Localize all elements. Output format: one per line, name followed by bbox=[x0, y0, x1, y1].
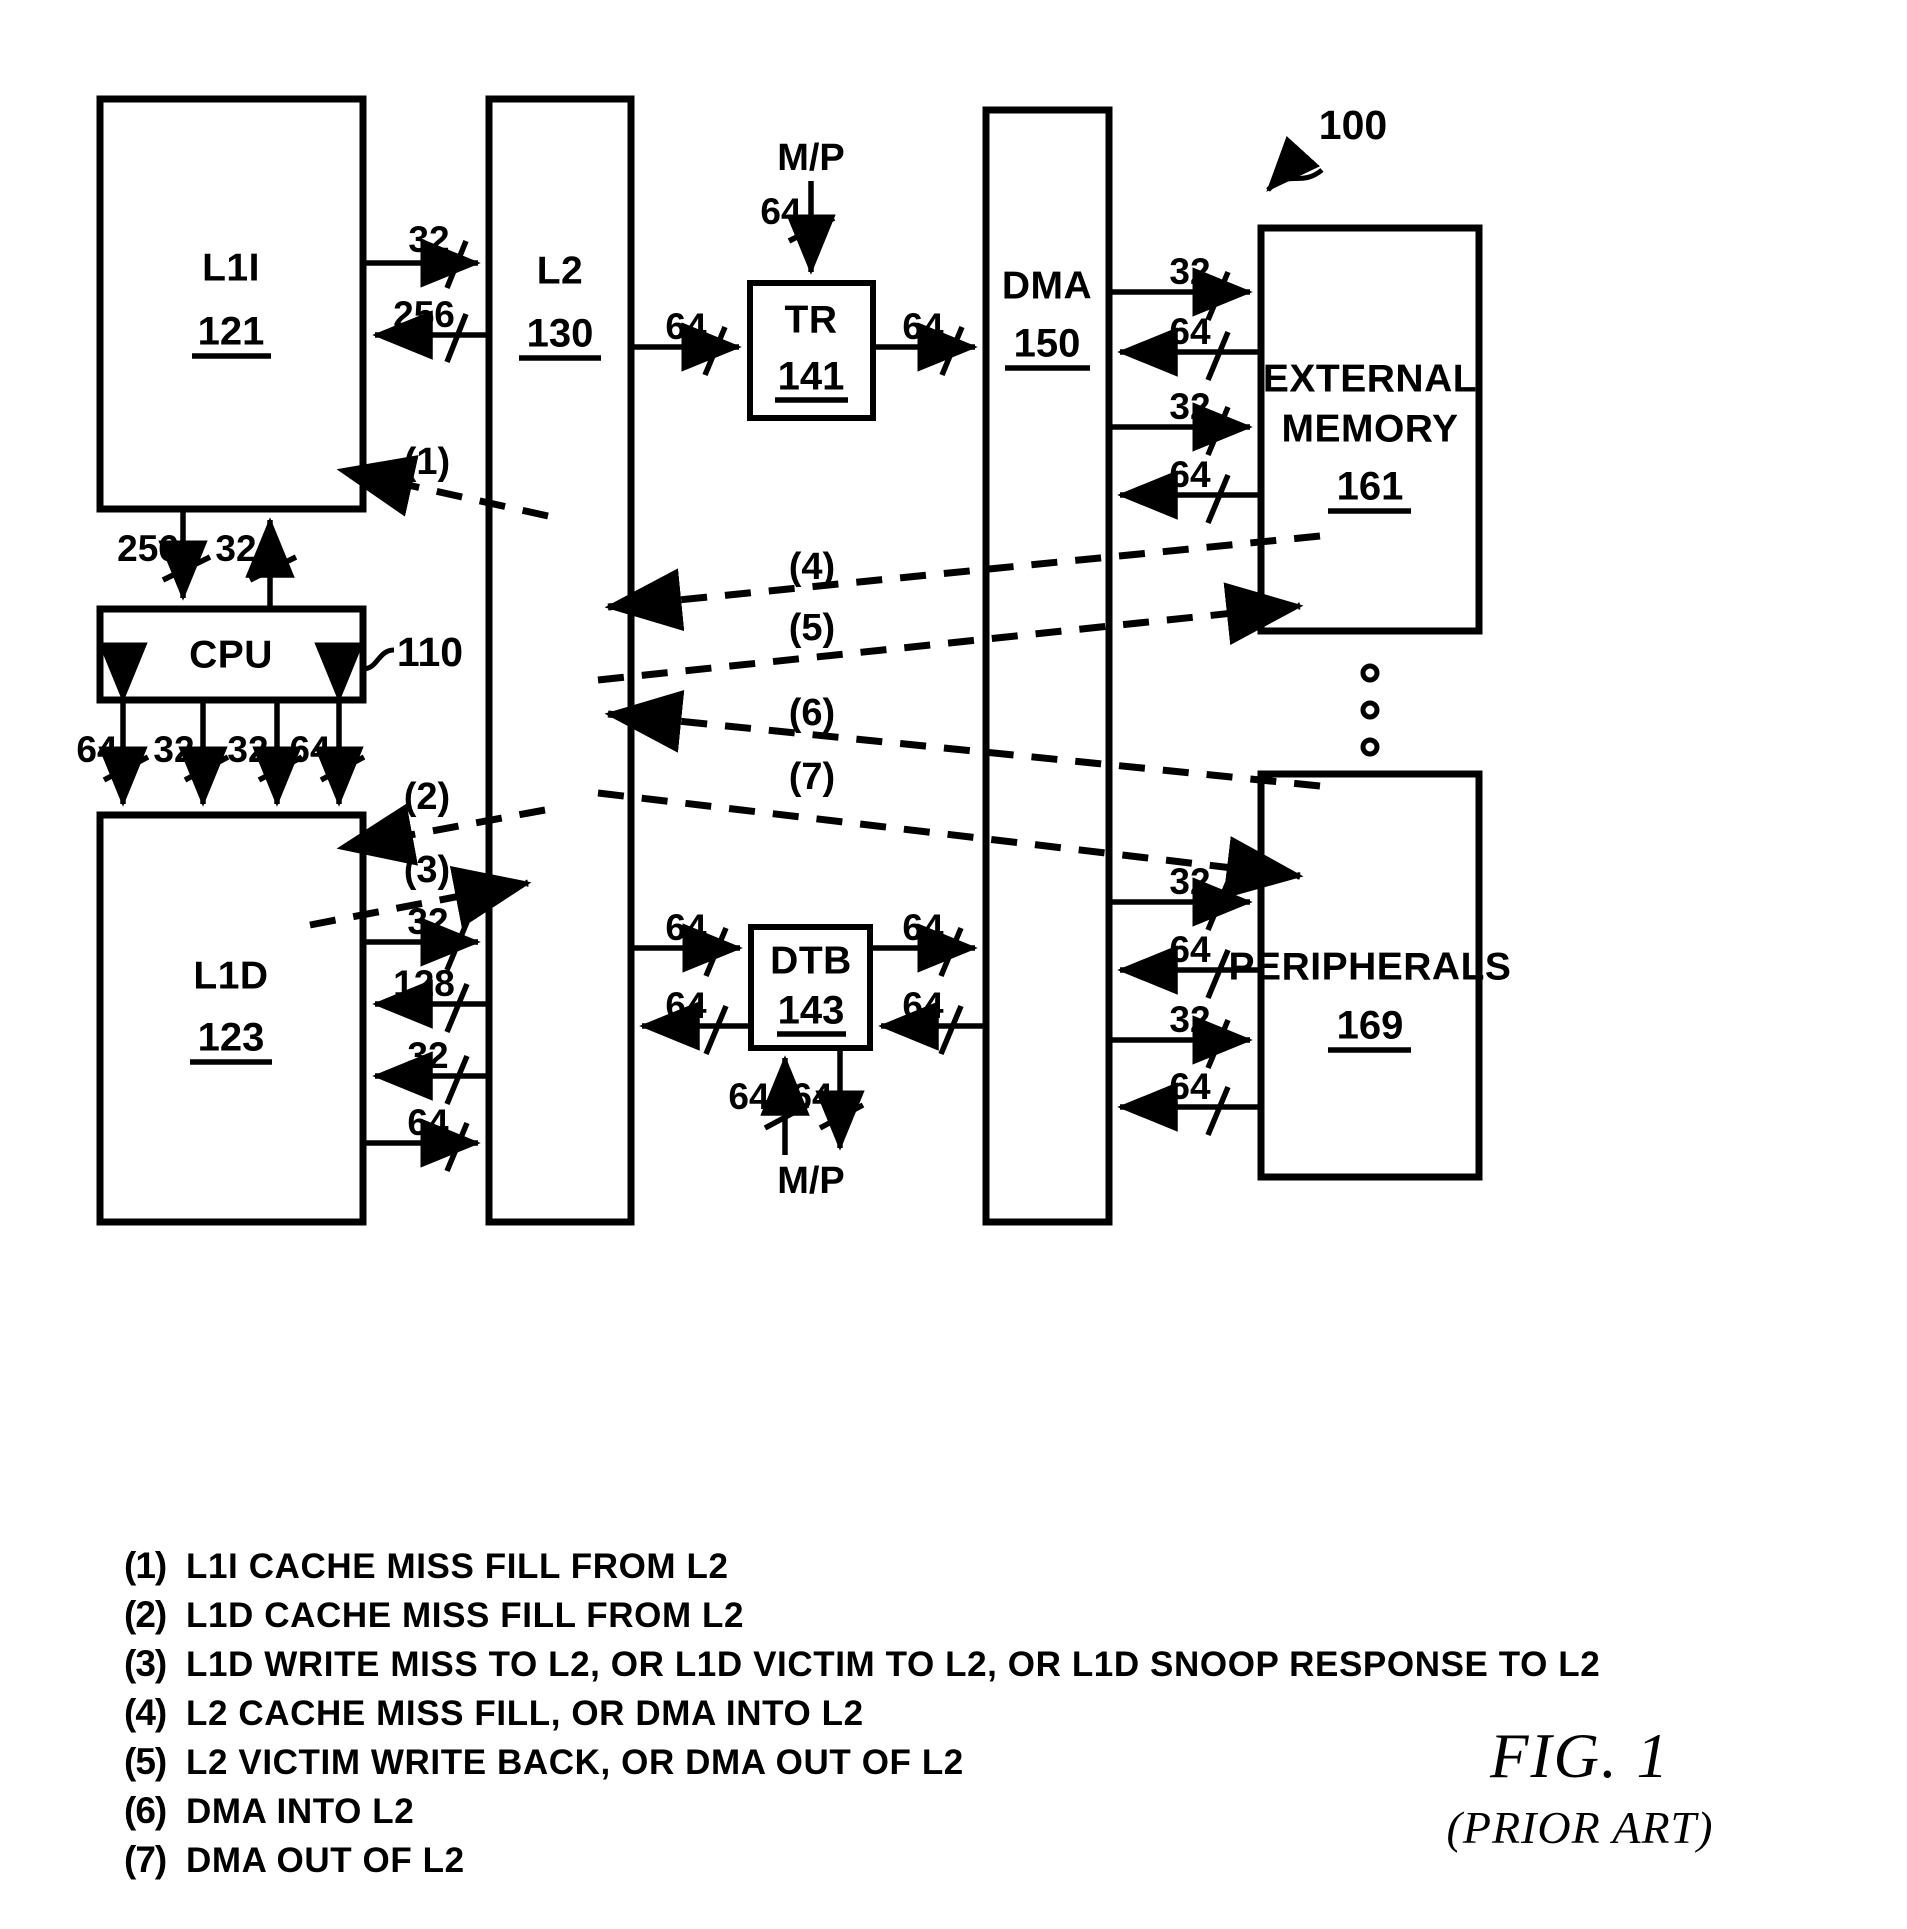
label-dma: DMA bbox=[1002, 264, 1092, 307]
flow-label-4: (4) bbox=[789, 546, 835, 588]
ellipsis-dot-2 bbox=[1360, 700, 1380, 720]
legend-item-7: (7) DMA OUT OF L2 bbox=[124, 1839, 1254, 1888]
width-dma-to-extmem-a: 32 bbox=[1169, 251, 1210, 292]
legend-item-2: (2) L1D CACHE MISS FILL FROM L2 bbox=[124, 1594, 1254, 1643]
legend-index-2: (2) bbox=[124, 1594, 167, 1635]
legend-text-2: L1D CACHE MISS FILL FROM L2 bbox=[186, 1596, 745, 1635]
label-tr: TR bbox=[785, 298, 838, 341]
patent-figure-page: L1I 121 L2 130 TR 141 DMA 150 EXTERNAL M… bbox=[0, 0, 1907, 1929]
legend-text-3: L1D WRITE MISS TO L2, OR L1D VICTIM TO L… bbox=[186, 1645, 1601, 1684]
ref-system-100: 100 bbox=[1319, 102, 1387, 148]
ref-dtb: 143 bbox=[778, 989, 845, 1033]
width-dtb-to-l2: 64 bbox=[665, 985, 707, 1026]
flow-label-3: (3) bbox=[404, 849, 450, 891]
width-l1i-to-l2: 32 bbox=[408, 219, 449, 260]
width-cpu-l1d-3: 32 bbox=[227, 729, 268, 770]
flow-label-7: (7) bbox=[789, 756, 835, 798]
width-dtb-to-dma: 64 bbox=[902, 907, 944, 948]
width-periph-to-dma-a: 64 bbox=[1169, 929, 1211, 970]
ref-peripherals: 169 bbox=[1337, 1004, 1404, 1048]
legend-text-5: L2 VICTIM WRITE BACK, OR DMA OUT OF L2 bbox=[186, 1743, 964, 1782]
width-dma-to-periph-a: 32 bbox=[1169, 861, 1210, 902]
label-external-memory-line2: MEMORY bbox=[1281, 407, 1458, 450]
ref-dma: 150 bbox=[1014, 322, 1081, 366]
width-l2-to-l1d-a: 128 bbox=[393, 963, 455, 1004]
width-l2-to-tr: 64 bbox=[665, 306, 707, 347]
flow-path-4 bbox=[604, 532, 1321, 632]
width-cpu-to-l1i: 32 bbox=[215, 528, 256, 569]
ref-external-memory: 161 bbox=[1337, 465, 1404, 509]
label-l2: L2 bbox=[537, 249, 584, 292]
width-cpu-l1d-1: 64 bbox=[76, 729, 118, 770]
width-periph-to-dma-b: 64 bbox=[1169, 1066, 1211, 1107]
width-cpu-l1d-2: 32 bbox=[153, 729, 194, 770]
ref-l1i: 121 bbox=[198, 310, 265, 354]
flow-path-5 bbox=[597, 582, 1304, 684]
width-extmem-to-dma-a: 64 bbox=[1169, 311, 1211, 352]
legend-index-5: (5) bbox=[124, 1741, 167, 1782]
width-l2-to-l1i: 256 bbox=[393, 294, 455, 335]
legend-list: (1) L1I CACHE MISS FILL FROM L2 (2) L1D … bbox=[124, 1545, 1600, 1888]
legend-text-7: DMA OUT OF L2 bbox=[186, 1841, 465, 1880]
signal-mp-bottom: M/P bbox=[777, 1160, 845, 1202]
ref-l1d: 123 bbox=[198, 1016, 265, 1060]
label-cpu: CPU bbox=[189, 633, 273, 676]
width-extmem-to-dma-b: 64 bbox=[1169, 454, 1211, 495]
flow-label-2: (2) bbox=[404, 776, 450, 818]
legend-index-7: (7) bbox=[124, 1839, 167, 1880]
flow-label-1: (1) bbox=[404, 441, 450, 483]
legend-item-5: (5) L2 VICTIM WRITE BACK, OR DMA OUT OF … bbox=[124, 1741, 1254, 1790]
ref-tr: 141 bbox=[778, 355, 845, 399]
legend-item-3: (3) L1D WRITE MISS TO L2, OR L1D VICTIM … bbox=[124, 1643, 1600, 1692]
width-l2-to-dtb: 64 bbox=[665, 907, 707, 948]
label-external-memory-line1: EXTERNAL bbox=[1263, 357, 1477, 400]
flow-path-6 bbox=[604, 690, 1321, 790]
label-peripherals: PERIPHERALS bbox=[1229, 945, 1512, 988]
width-tr-to-dma: 64 bbox=[902, 306, 944, 347]
legend-item-4: (4) L2 CACHE MISS FILL, OR DMA INTO L2 bbox=[124, 1692, 1254, 1741]
width-mp-to-tr: 64 bbox=[760, 191, 802, 232]
figure-caption-main: FIG. 1 bbox=[1490, 1721, 1670, 1791]
legend-item-6: (6) DMA INTO L2 bbox=[124, 1790, 1254, 1839]
legend-index-6: (6) bbox=[124, 1790, 167, 1831]
width-dma-to-periph-b: 32 bbox=[1169, 999, 1210, 1040]
width-l2-to-l1d-b: 32 bbox=[407, 1035, 448, 1076]
width-mp-into-dtb: 64 bbox=[728, 1076, 770, 1117]
width-cpu-l1d-4: 64 bbox=[289, 729, 331, 770]
legend-text-4: L2 CACHE MISS FILL, OR DMA INTO L2 bbox=[186, 1694, 864, 1733]
width-dma-to-extmem-b: 32 bbox=[1169, 386, 1210, 427]
flow-label-6: (6) bbox=[789, 692, 835, 734]
legend-index-1: (1) bbox=[124, 1545, 167, 1586]
flow-label-5: (5) bbox=[789, 607, 835, 649]
legend-index-4: (4) bbox=[124, 1692, 167, 1733]
legend-text-6: DMA INTO L2 bbox=[186, 1792, 415, 1831]
label-l1i: L1I bbox=[202, 246, 260, 289]
ref-cpu: 110 bbox=[397, 629, 463, 675]
figure-caption: FIG. 1 (PRIOR ART) bbox=[1370, 1720, 1790, 1854]
figure-caption-sub: (PRIOR ART) bbox=[1446, 1802, 1714, 1853]
ellipsis-dot-3 bbox=[1360, 737, 1380, 757]
width-dma-to-dtb: 64 bbox=[902, 985, 944, 1026]
width-mp-out-dtb: 64 bbox=[791, 1076, 833, 1117]
system-ref-leader bbox=[1266, 136, 1324, 192]
cpu-leader-line bbox=[362, 647, 395, 672]
width-l1i-to-cpu: 256 bbox=[117, 528, 179, 569]
block-l1i bbox=[96, 95, 367, 513]
width-l1d-to-l2-b: 64 bbox=[407, 1102, 449, 1143]
label-dtb: DTB bbox=[770, 939, 852, 982]
legend-item-1: (1) L1I CACHE MISS FILL FROM L2 bbox=[124, 1545, 1254, 1594]
ellipsis-dot-1 bbox=[1360, 663, 1380, 683]
legend-text-1: L1I CACHE MISS FILL FROM L2 bbox=[186, 1547, 729, 1586]
legend-index-3: (3) bbox=[124, 1643, 167, 1684]
label-l1d: L1D bbox=[193, 954, 268, 997]
ref-l2: 130 bbox=[527, 312, 594, 356]
signal-mp-top: M/P bbox=[777, 137, 845, 179]
